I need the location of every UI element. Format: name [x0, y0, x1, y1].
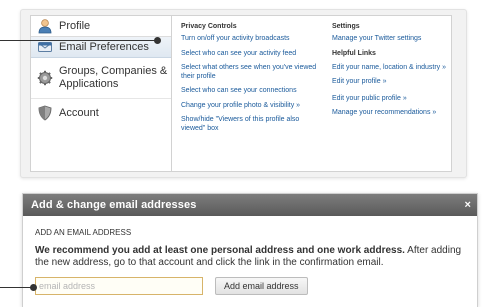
gear-icon: [37, 70, 53, 86]
add-email-form: Add email address: [35, 277, 308, 295]
close-icon[interactable]: ×: [464, 194, 471, 216]
nav-label-groups: Groups, Companies & Applications: [59, 65, 168, 90]
nav-label-email-preferences: Email Preferences: [59, 41, 149, 53]
settings-inner: Profile Email Preferences Groups, Compan…: [30, 15, 452, 172]
add-email-dialog: Add & change email addresses × ADD AN EM…: [22, 193, 478, 307]
edit-profile-link[interactable]: Edit your profile »: [332, 78, 450, 87]
settings-panel: Profile Email Preferences Groups, Compan…: [20, 9, 467, 178]
nav-label-profile: Profile: [59, 20, 91, 32]
dialog-description-bold: We recommend you add at least one person…: [35, 245, 405, 256]
dialog-body: ADD AN EMAIL ADDRESS We recommend you ad…: [23, 216, 477, 269]
manage-recommendations-link[interactable]: Manage your recommendations »: [332, 109, 450, 118]
email-preferences-callout-dot: [154, 37, 161, 44]
nav-item-groups[interactable]: Groups, Companies & Applications: [31, 58, 171, 99]
dialog-description: We recommend you add at least one person…: [35, 245, 463, 269]
nav-item-profile[interactable]: Profile: [31, 16, 171, 37]
add-email-section-label: ADD AN EMAIL ADDRESS: [35, 228, 132, 237]
dialog-title: Add & change email addresses: [31, 199, 197, 211]
privacy-controls-column: Privacy Controls Turn on/off your activi…: [181, 16, 321, 133]
settings-heading: Settings: [332, 23, 360, 30]
email-input-callout-line: [0, 287, 34, 288]
profile-views-link[interactable]: Select what others see when you've viewe…: [181, 64, 321, 81]
profile-icon: [38, 19, 52, 34]
activity-broadcasts-link[interactable]: Turn on/off your activity broadcasts: [181, 35, 321, 44]
edit-name-link[interactable]: Edit your name, location & industry »: [332, 64, 450, 73]
profile-photo-link[interactable]: Change your profile photo & visibility »: [181, 102, 321, 111]
twitter-settings-link[interactable]: Manage your Twitter settings: [332, 35, 450, 44]
helpful-links-heading: Helpful Links: [332, 49, 376, 57]
viewers-box-link[interactable]: Show/hide "Viewers of this profile also …: [181, 116, 321, 133]
shield-icon: [38, 105, 52, 121]
settings-column: Settings Manage your Twitter settings He…: [332, 16, 450, 118]
email-input-callout-dot: [30, 284, 37, 291]
email-preferences-callout-line: [0, 40, 158, 41]
dialog-header: Add & change email addresses ×: [23, 194, 477, 216]
activity-feed-link[interactable]: Select who can see your activity feed: [181, 50, 321, 59]
email-address-input[interactable]: [35, 277, 203, 295]
connections-visibility-link[interactable]: Select who can see your connections: [181, 87, 321, 96]
envelope-icon: [38, 42, 52, 52]
nav-item-account[interactable]: Account: [31, 99, 171, 127]
add-email-button[interactable]: Add email address: [215, 277, 308, 295]
edit-public-profile-link[interactable]: Edit your public profile »: [332, 95, 450, 104]
privacy-controls-heading: Privacy Controls: [181, 23, 237, 30]
nav-label-account: Account: [59, 107, 99, 119]
